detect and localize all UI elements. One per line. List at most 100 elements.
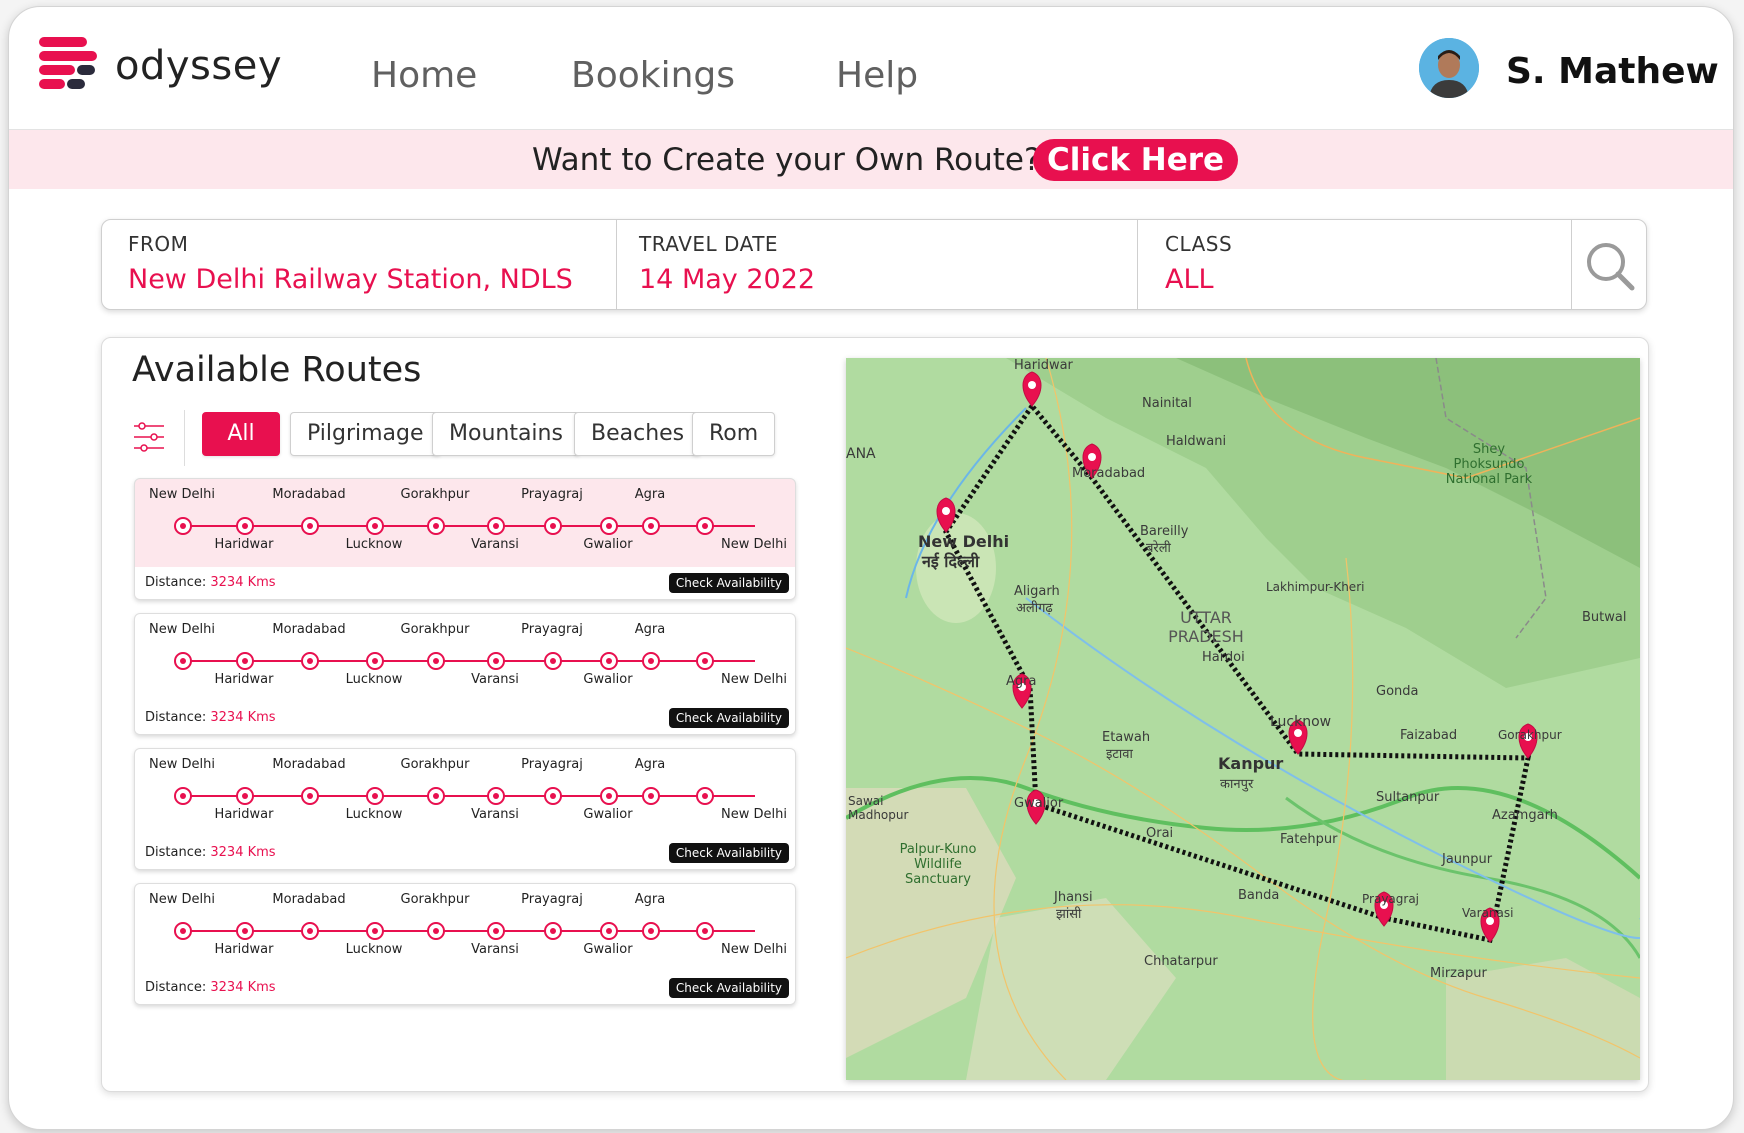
route-stop-name: Haridwar [214,672,274,687]
nav-home[interactable]: Home [371,55,477,96]
map-label: Etawah [1102,730,1151,745]
from-value[interactable]: New Delhi Railway Station, NDLS [128,264,573,295]
route-card[interactable]: New Delhi Moradabad Gorakhpur Prayagraj Agra… [134,613,796,735]
create-route-banner: Want to Create your Own Route? Click Her… [9,130,1733,189]
route-stop-name: Agra [634,757,666,772]
filter-sliders-icon[interactable] [132,420,166,454]
route-distance: Distance: 3234 Kms [145,575,276,590]
odyssey-logo-icon[interactable] [39,37,103,89]
route-stop-dot [696,787,714,805]
from-field[interactable]: FROM New Delhi Railway Station, NDLS [102,220,616,309]
map-label: New Delhi [918,532,1010,551]
route-card[interactable]: New Delhi Moradabad Gorakhpur Prayagraj Agra… [134,478,796,600]
route-stop-name: New Delhi [721,807,787,822]
route-card[interactable]: New Delhi Moradabad Gorakhpur Prayagraj Agra… [134,748,796,870]
class-value[interactable]: ALL [1165,264,1214,295]
route-stop-dot [696,652,714,670]
class-field[interactable]: CLASS ALL [1138,220,1572,309]
route-stop-dot [301,922,319,940]
nav-help[interactable]: Help [836,55,918,96]
check-availability-button[interactable]: Check Availability [668,843,789,863]
travel-date-field[interactable]: TRAVEL DATE 14 May 2022 [617,220,1137,309]
route-line [175,930,755,932]
route-stop-dot [487,922,505,940]
filter-chip-beaches[interactable]: Beaches [574,412,702,456]
route-stop-dot [544,787,562,805]
route-stop-dot [301,652,319,670]
route-stop-dot [301,517,319,535]
map-label: Moradabad [1072,466,1146,481]
route-stop-dot [174,787,192,805]
search-button[interactable] [1572,220,1646,309]
route-stop-name: Prayagraj [521,757,583,772]
route-line [175,660,755,662]
click-here-button[interactable]: Click Here [1033,139,1239,181]
filter-chip-pilgrimage[interactable]: Pilgrimage [290,412,441,456]
filter-chip-mountains[interactable]: Mountains [432,412,580,456]
map-label: Jhansi [1054,890,1093,905]
route-stop-dot [642,517,660,535]
route-stop-dot [236,922,254,940]
route-card[interactable]: New Delhi Moradabad Gorakhpur Prayagraj Agra… [134,883,796,1005]
route-stop-dot [642,652,660,670]
route-stop-name: New Delhi [149,487,215,502]
route-stop-dot [366,787,384,805]
route-stop-name: Gorakhpur [400,622,470,637]
route-stop-name: Gwalior [583,807,633,822]
route-map[interactable]: Haridwar Nainital Haldwani Moradabad New… [846,358,1640,1080]
map-label: Aligarh [1014,584,1060,599]
route-stop-name: Prayagraj [521,487,583,502]
route-line [175,525,755,527]
map-label: Sawai Madhopur [848,794,909,822]
filter-separator [184,410,185,466]
nav-bookings[interactable]: Bookings [571,55,735,96]
route-stop-name: New Delhi [721,537,787,552]
check-availability-button[interactable]: Check Availability [668,978,789,998]
route-stop-name: Gwalior [583,672,633,687]
check-availability-button[interactable]: Check Availability [668,708,789,728]
distance-value: 3234 Kms [210,710,276,725]
route-stop-dot [174,922,192,940]
distance-label: Distance: [145,575,207,590]
route-stop-name: Lucknow [345,807,403,822]
map-label: Bareilly [1140,524,1189,539]
route-stop-dot [174,517,192,535]
map-label: Shey Phoksundo National Park [1445,442,1533,487]
check-availability-button[interactable]: Check Availability [668,573,789,593]
user-avatar[interactable] [1419,38,1479,98]
app-window: odyssey Home Bookings Help S. Mathew Wan… [8,6,1734,1130]
route-stop-name: Lucknow [345,942,403,957]
route-stop-dot [366,922,384,940]
route-stop-dot [487,652,505,670]
route-stop-name: Varansi [471,672,519,687]
route-stop-dot [427,922,445,940]
map-label: Palpur-Kuno Wildlife Sanctuary [899,842,977,887]
route-stop-name: Varansi [471,807,519,822]
filter-chip-romantic[interactable]: Rom [692,412,776,456]
route-stop-dot [544,922,562,940]
travel-date-value[interactable]: 14 May 2022 [639,264,815,295]
user-avatar-icon [1419,38,1479,98]
route-distance: Distance: 3234 Kms [145,980,276,995]
class-label: CLASS [1165,232,1233,256]
route-stop-dot [366,652,384,670]
map-label: Haridwar [1014,358,1073,373]
map-label: Gonda [1376,684,1419,699]
route-stop-dot [427,517,445,535]
route-stop-dot [600,517,618,535]
filter-chip-all[interactable]: All [202,412,280,456]
route-stop-dot [487,517,505,535]
route-stop-name: Haridwar [214,537,274,552]
distance-value: 3234 Kms [210,980,276,995]
route-stop-dot [366,517,384,535]
route-stop-name: Agra [634,892,666,907]
route-stop-name: New Delhi [149,892,215,907]
route-stop-name: New Delhi [149,757,215,772]
category-filters: All Pilgrimage Mountains Beaches Rom [202,412,802,460]
search-icon [1587,243,1635,291]
map-label: अलीगढ़ [1016,601,1053,616]
user-name[interactable]: S. Mathew [1506,51,1719,92]
map-label: Haldwani [1166,434,1227,449]
map-label: नई दिल्ली [922,552,980,571]
distance-value: 3234 Kms [210,845,276,860]
